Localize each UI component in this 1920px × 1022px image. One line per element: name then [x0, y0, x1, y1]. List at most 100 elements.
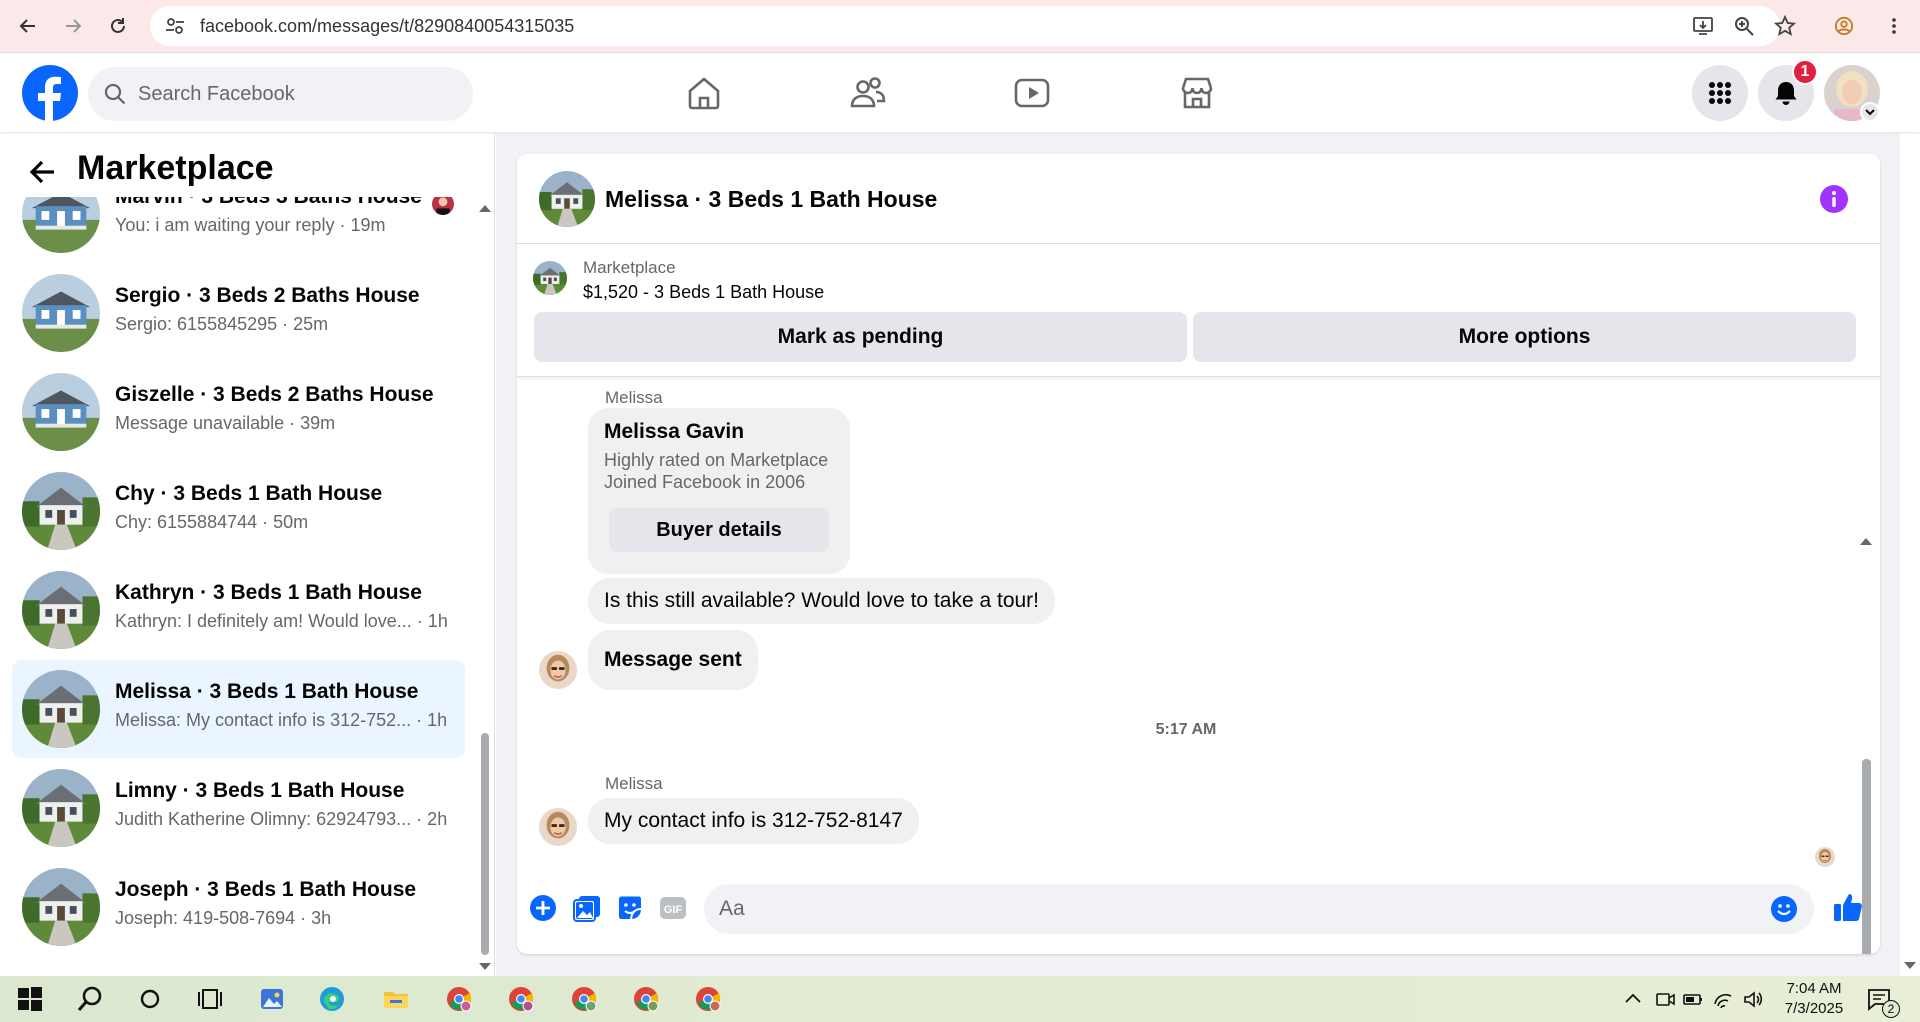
plus-circle-icon[interactable]	[528, 893, 558, 923]
message-bubble[interactable]: Is this still available? Would love to t…	[588, 578, 1056, 624]
back-icon[interactable]	[12, 10, 44, 42]
sender-avatar[interactable]	[539, 808, 577, 846]
thread-scroll-up[interactable]	[1860, 538, 1872, 545]
conversation-title: Limny · 3 Beds 1 Bath House	[115, 779, 405, 802]
site-settings-icon[interactable]	[164, 15, 186, 37]
search-icon[interactable]	[74, 983, 106, 1015]
chat-header: Melissa · 3 Beds 1 Bath House	[517, 154, 1880, 244]
gif-icon[interactable]: GIF	[658, 893, 688, 923]
sender-avatar[interactable]	[539, 651, 577, 689]
buyer-name: Melissa Gavin	[604, 420, 745, 443]
taskbar-time[interactable]: 7:04 AM	[1782, 980, 1846, 997]
meet-icon[interactable]	[1654, 988, 1676, 1010]
install-app-icon[interactable]	[1692, 15, 1714, 37]
conversation-item[interactable]: Giszelle · 3 Beds 2 Baths House Message …	[12, 363, 465, 461]
conversation-title: Melissa · 3 Beds 1 Bath House	[115, 680, 419, 703]
page-scroll-down[interactable]	[1904, 962, 1916, 969]
thumbs-up-icon[interactable]	[1832, 891, 1864, 923]
conversation-item[interactable]: Marvin · 3 Beds 3 Baths House You: i am …	[12, 197, 465, 263]
conversation-item[interactable]: Chy · 3 Beds 1 Bath House Chy: 615588474…	[12, 462, 465, 560]
seen-avatar	[432, 197, 454, 215]
bell-icon	[1775, 82, 1797, 105]
windows-start-icon[interactable]	[14, 983, 46, 1015]
task-view-icon[interactable]	[194, 983, 226, 1015]
conversation-preview: Melissa: My contact info is 312-752... ·…	[115, 710, 448, 730]
message-bubble[interactable]: My contact info is 312-752-8147	[588, 798, 919, 844]
conversation-item[interactable]: Limny · 3 Beds 1 Bath House Judith Kathe…	[12, 759, 465, 857]
browser-toolbar: facebook.com/messages/t/8290840054315035	[0, 0, 1920, 53]
search-input[interactable]: Search Facebook	[88, 67, 473, 121]
emoji-icon[interactable]	[1770, 895, 1798, 923]
search-icon	[104, 83, 126, 105]
bookmark-star-icon[interactable]	[1774, 15, 1796, 37]
marketplace-icon[interactable]	[1178, 74, 1216, 112]
volume-icon[interactable]	[1742, 988, 1764, 1010]
conversation-title: Giszelle · 3 Beds 2 Baths House	[115, 383, 434, 406]
conversation-item[interactable]: Kathryn · 3 Beds 1 Bath House Kathryn: I…	[12, 561, 465, 659]
account-chevron-down-icon[interactable]	[1860, 102, 1880, 122]
listing-thumbnail	[22, 274, 100, 352]
listing-thumbnail	[22, 868, 100, 946]
info-icon[interactable]	[1820, 185, 1848, 213]
video-icon[interactable]	[1013, 74, 1051, 112]
chrome-profile-5-icon[interactable]	[692, 983, 724, 1015]
message-composer: GIF Aa	[517, 872, 1880, 954]
conversation-item-active[interactable]: Melissa · 3 Beds 1 Bath House Melissa: M…	[12, 660, 465, 758]
chrome-profile-4-icon[interactable]	[630, 983, 662, 1015]
sidebar-scrollbar[interactable]	[481, 733, 489, 955]
message-input-placeholder: Aa	[719, 897, 745, 920]
mark-as-pending-button[interactable]: Mark as pending	[534, 312, 1187, 362]
cortana-icon[interactable]	[134, 983, 166, 1015]
more-options-button[interactable]: More options	[1193, 312, 1856, 362]
listing-thumbnail	[22, 571, 100, 649]
sender-name: Melissa	[605, 388, 663, 407]
conversation-item[interactable]: Joseph · 3 Beds 1 Bath House Joseph: 419…	[12, 858, 465, 956]
seen-avatar	[1815, 847, 1835, 867]
conversation-preview: Sergio: 6155845295 · 25m	[115, 314, 329, 334]
conversation-item[interactable]: Sergio · 3 Beds 2 Baths House Sergio: 61…	[12, 264, 465, 362]
taskbar-date[interactable]: 7/3/2025	[1776, 1000, 1852, 1017]
file-explorer-icon[interactable]	[380, 983, 412, 1015]
conversation-preview: Message unavailable · 39m	[115, 413, 336, 433]
page-scrollbar[interactable]	[1900, 54, 1920, 976]
listing-thumbnail	[22, 670, 100, 748]
friends-icon[interactable]	[849, 74, 887, 112]
browser-menu-icon[interactable]	[1878, 10, 1910, 42]
sidebar-scroll-up[interactable]	[479, 205, 491, 212]
reload-icon[interactable]	[102, 10, 134, 42]
edge-browser-icon[interactable]	[316, 983, 348, 1015]
listing-thumbnail	[22, 472, 100, 550]
conversation-preview: Judith Katherine Olimny: 62924793... · 2…	[115, 809, 448, 829]
chevron-up-icon[interactable]	[1622, 988, 1644, 1010]
forward-icon[interactable]	[57, 10, 89, 42]
listing-small-thumbnail[interactable]	[533, 261, 567, 295]
photos-app-icon[interactable]	[256, 983, 288, 1015]
chat-listing-thumbnail[interactable]	[539, 171, 595, 227]
sidebar-scroll-down[interactable]	[479, 963, 491, 970]
battery-icon[interactable]	[1682, 988, 1704, 1010]
photo-icon[interactable]	[572, 893, 602, 923]
chrome-profile-3-icon[interactable]	[568, 983, 600, 1015]
sticker-icon[interactable]	[615, 893, 645, 923]
profile-icon[interactable]	[1828, 10, 1860, 42]
conversation-title: Sergio · 3 Beds 2 Baths House	[115, 284, 420, 307]
home-icon[interactable]	[685, 74, 723, 112]
conversation-title: Kathryn · 3 Beds 1 Bath House	[115, 581, 422, 604]
message-input[interactable]: Aa	[704, 884, 1814, 934]
listing-price-title[interactable]: $1,520 - 3 Beds 1 Bath House	[583, 282, 824, 303]
address-bar[interactable]: facebook.com/messages/t/8290840054315035	[150, 6, 1796, 46]
facebook-logo-icon[interactable]	[22, 65, 78, 121]
chat-title[interactable]: Melissa · 3 Beds 1 Bath House	[605, 186, 937, 213]
buyer-details-button[interactable]: Buyer details	[609, 508, 829, 552]
svg-text:GIF: GIF	[664, 904, 683, 916]
conversation-preview: Chy: 6155884744 · 50m	[115, 512, 309, 532]
message-sent-bubble[interactable]: Message sent	[588, 630, 758, 690]
wifi-icon[interactable]	[1712, 988, 1734, 1010]
chrome-profile-2-icon[interactable]	[505, 983, 537, 1015]
menu-grid-button[interactable]	[1692, 65, 1748, 121]
back-arrow-icon[interactable]	[28, 157, 58, 187]
zoom-icon[interactable]	[1733, 15, 1755, 37]
conversation-title: Chy · 3 Beds 1 Bath House	[115, 482, 383, 505]
notification-badge: 1	[1792, 59, 1818, 85]
chrome-profile-1-icon[interactable]	[443, 983, 475, 1015]
